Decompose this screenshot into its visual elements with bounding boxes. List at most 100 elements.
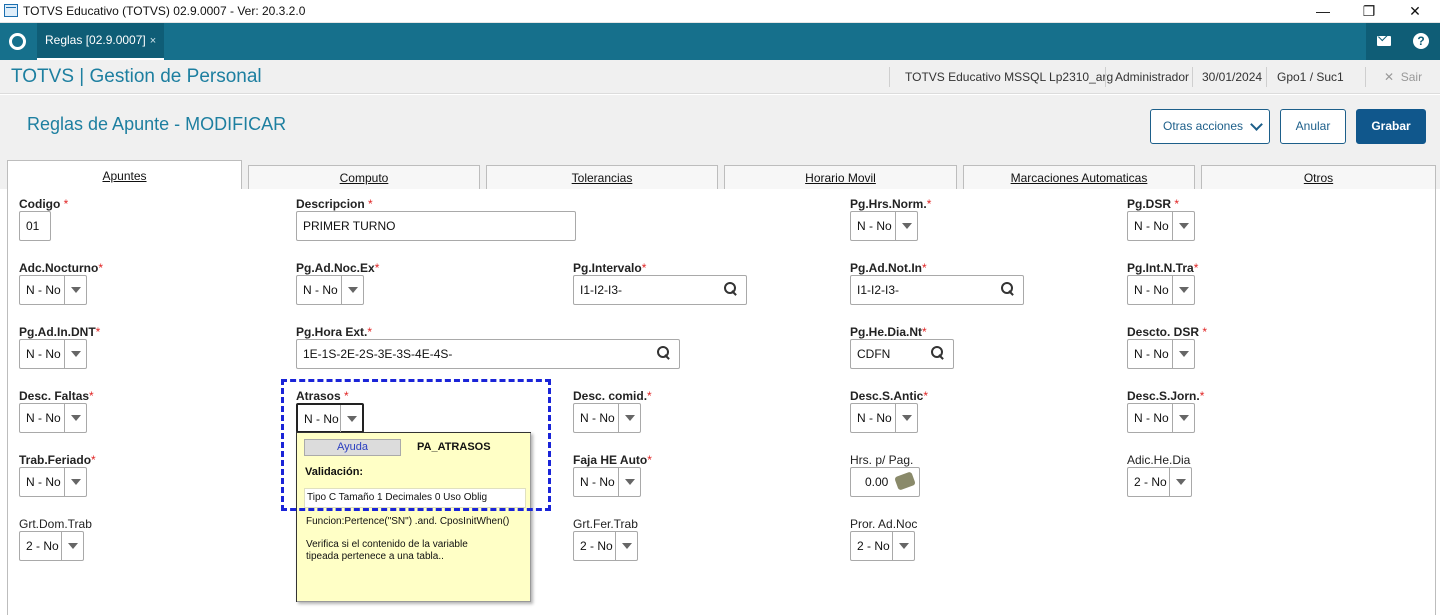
desc-faltas-select[interactable]: N - No (19, 403, 87, 433)
search-icon[interactable] (1001, 282, 1015, 296)
dropdown-arrow-icon[interactable] (895, 212, 917, 240)
dropdown-arrow-icon[interactable] (615, 532, 637, 560)
calculator-icon[interactable] (894, 471, 916, 491)
totvs-logo-icon[interactable] (9, 33, 26, 50)
top-navbar: Reglas [02.9.0007] × ? (0, 23, 1440, 60)
page-header: Reglas de Apunte - MODIFICAR Otras accio… (0, 95, 1440, 155)
faja-he-auto-select[interactable]: N - No (573, 467, 641, 497)
pg-intervalo-label: Pg.Intervalo* (573, 261, 647, 275)
mail-icon (1377, 36, 1391, 46)
help-icon: ? (1413, 33, 1429, 49)
cancel-button[interactable]: Anular (1280, 109, 1346, 144)
dropdown-arrow-icon[interactable] (64, 404, 86, 432)
desc-s-antic-label: Desc.S.Antic* (850, 389, 929, 403)
pg-hrs-norm-select[interactable]: N - No (850, 211, 918, 241)
window-titlebar: TOTVS Educativo (TOTVS) 02.9.0007 - Ver:… (0, 0, 1440, 23)
pg-he-dia-nt-field[interactable]: CDFN (850, 339, 954, 369)
grt-fer-trab-select[interactable]: 2 - No (573, 531, 638, 561)
search-icon[interactable] (931, 346, 945, 360)
pg-int-n-tra-select[interactable]: N - No (1127, 275, 1195, 305)
dropdown-arrow-icon[interactable] (1172, 404, 1194, 432)
dropdown-arrow-icon[interactable] (64, 468, 86, 496)
mail-button[interactable] (1366, 23, 1402, 60)
help-button[interactable]: ? (1402, 23, 1440, 60)
pg-dsr-label: Pg.DSR * (1127, 197, 1180, 211)
adic-he-dia-label: Adic.He.Dia (1127, 453, 1191, 467)
description-text: Verifica si el contenido de la variable … (306, 539, 468, 562)
tab-marcaciones-automaticas[interactable]: Marcaciones Automaticas (963, 165, 1195, 189)
pror-ad-noc-select[interactable]: 2 - No (850, 531, 915, 561)
pg-intervalo-field[interactable]: I1-I2-I3- (573, 275, 747, 305)
dropdown-arrow-icon[interactable] (1172, 340, 1194, 368)
descto-dsr-select[interactable]: N - No (1127, 339, 1195, 369)
dropdown-arrow-icon[interactable] (1169, 468, 1191, 496)
dropdown-arrow-icon[interactable] (64, 340, 86, 368)
tab-apuntes[interactable]: Apuntes (7, 160, 242, 190)
search-icon[interactable] (724, 282, 738, 296)
trab-feriado-select[interactable]: N - No (19, 467, 87, 497)
user-info: Administrador (1115, 70, 1190, 84)
dropdown-arrow-icon[interactable] (618, 404, 640, 432)
highlight-annotation (281, 379, 551, 511)
pg-ad-in-dnt-select[interactable]: N - No (19, 339, 87, 369)
exit-label: Sair (1400, 70, 1423, 84)
grt-dom-trab-select[interactable]: 2 - No (19, 531, 84, 561)
dropdown-arrow-icon[interactable] (618, 468, 640, 496)
desc-s-jorn-select[interactable]: N - No (1127, 403, 1195, 433)
dropdown-arrow-icon[interactable] (895, 404, 917, 432)
tab-horario-movil[interactable]: Horario Movil (724, 165, 957, 189)
dropdown-arrow-icon[interactable] (341, 276, 363, 304)
branch-info: Gpo1 / Suc1 (1277, 70, 1344, 84)
minimize-button[interactable]: — (1300, 0, 1346, 22)
open-tab-label: Reglas [02.9.0007] (45, 33, 146, 47)
dropdown-arrow-icon[interactable] (892, 532, 914, 560)
restore-button[interactable]: ❐ (1346, 0, 1392, 22)
desc-faltas-label: Desc. Faltas* (19, 389, 94, 403)
codigo-label: Codigo * (19, 197, 69, 211)
function-text: Funcion:Pertence("SN") .and. CposInitWhe… (306, 516, 510, 527)
pg-ad-noc-ex-select[interactable]: N - No (296, 275, 364, 305)
tab-tolerancias[interactable]: Tolerancias (486, 165, 718, 189)
pg-dsr-select[interactable]: N - No (1127, 211, 1195, 241)
descto-dsr-label: Descto. DSR * (1127, 325, 1208, 339)
app-window-icon (4, 4, 18, 17)
dropdown-arrow-icon[interactable] (1172, 212, 1194, 240)
adc-nocturno-select[interactable]: N - No (19, 275, 87, 305)
environment-info: TOTVS Educativo MSSQL Lp2310_arg (905, 70, 1114, 84)
pg-ad-not-in-field[interactable]: I1-I2-I3- (850, 275, 1024, 305)
dropdown-arrow-icon[interactable] (1172, 276, 1194, 304)
open-tab-reglas[interactable]: Reglas [02.9.0007] × (37, 23, 165, 60)
save-button[interactable]: Grabar (1356, 109, 1426, 144)
chevron-down-icon (1250, 118, 1263, 131)
search-icon[interactable] (657, 346, 671, 360)
desc-comid-select[interactable]: N - No (573, 403, 641, 433)
desc-s-antic-select[interactable]: N - No (850, 403, 918, 433)
dropdown-arrow-icon[interactable] (61, 532, 83, 560)
adic-he-dia-select[interactable]: 2 - No (1127, 467, 1192, 497)
pg-ad-not-in-label: Pg.Ad.Not.In* (850, 261, 927, 275)
pg-int-n-tra-label: Pg.Int.N.Tra* (1127, 261, 1199, 275)
divider (1192, 67, 1193, 87)
other-actions-button[interactable]: Otras acciones (1150, 109, 1270, 144)
trab-feriado-label: Trab.Feriado* (19, 453, 96, 467)
close-window-button[interactable]: ✕ (1392, 0, 1438, 22)
app-header: TOTVS | Gestion de Personal TOTVS Educat… (0, 60, 1440, 94)
tab-computo[interactable]: Computo (248, 165, 480, 189)
pg-hora-ext-field[interactable]: 1E-1S-2E-2S-3E-3S-4E-4S- (296, 339, 680, 369)
pg-ad-noc-ex-label: Pg.Ad.Noc.Ex* (296, 261, 380, 275)
exit-button[interactable]: ✕ Sair (1384, 70, 1422, 84)
close-tab-icon[interactable]: × (150, 35, 156, 47)
tab-otros[interactable]: Otros (1201, 165, 1436, 189)
window-title: TOTVS Educativo (TOTVS) 02.9.0007 - Ver:… (23, 4, 306, 18)
codigo-field[interactable]: 01 (19, 211, 51, 241)
pg-hora-ext-label: Pg.Hora Ext.* (296, 325, 373, 339)
date-info: 30/01/2024 (1202, 70, 1263, 84)
pg-hrs-norm-label: Pg.Hrs.Norm.* (850, 197, 932, 211)
grt-dom-trab-label: Grt.Dom.Trab (19, 517, 92, 531)
dropdown-arrow-icon[interactable] (64, 276, 86, 304)
form-tabs: Apuntes Computo Tolerancias Horario Movi… (0, 155, 1440, 190)
hrs-p-pag-field[interactable]: 0.00 (850, 467, 920, 497)
hrs-p-pag-label: Hrs. p/ Pag. (850, 453, 914, 467)
descripcion-field[interactable]: PRIMER TURNO (296, 211, 576, 241)
faja-he-auto-label: Faja HE Auto* (573, 453, 652, 467)
